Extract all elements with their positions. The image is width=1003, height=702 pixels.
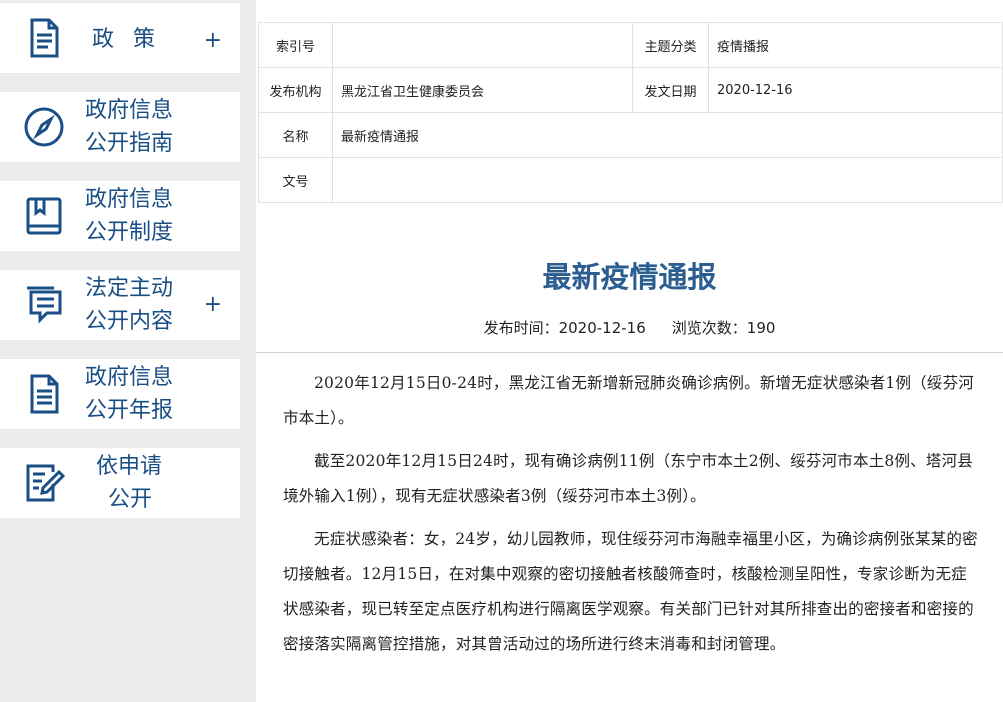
message-list-icon bbox=[22, 283, 66, 327]
sidebar-item-label-line1: 法定主动 bbox=[85, 276, 174, 301]
expand-plus-icon[interactable]: + bbox=[204, 30, 222, 52]
sidebar: 政 策 + 政府信息 公开指南 政府信息 公开制度 法定主动 公开内容 + 政府… bbox=[0, 0, 240, 702]
sidebar-item-label-line2: 公开制度 bbox=[85, 220, 174, 245]
article-title: 最新疫情通报 bbox=[542, 260, 717, 294]
document-info-table: 索引号 主题分类 疫情播报 发布机构 黑龙江省卫生健康委员会 发文日期 2020… bbox=[258, 22, 1003, 203]
main-content: 索引号 主题分类 疫情播报 发布机构 黑龙江省卫生健康委员会 发文日期 2020… bbox=[256, 0, 1003, 702]
date-label: 发文日期 bbox=[632, 67, 709, 113]
sidebar-item-label-line1: 依申请 bbox=[96, 454, 163, 479]
sidebar-item-label-line2: 公开年报 bbox=[85, 398, 174, 423]
publisher-label: 发布机构 bbox=[258, 67, 333, 113]
report-icon bbox=[22, 372, 66, 416]
docno-label: 文号 bbox=[258, 157, 333, 203]
publish-time-value: 2020-12-16 bbox=[558, 319, 646, 337]
sidebar-item-label-line2: 公开内容 bbox=[85, 309, 174, 334]
category-label: 主题分类 bbox=[632, 22, 709, 68]
table-row: 文号 bbox=[258, 157, 1003, 203]
category-value: 疫情播报 bbox=[708, 22, 1003, 68]
views-label: 浏览次数： bbox=[671, 319, 747, 337]
sidebar-item-application[interactable]: 依申请 公开 bbox=[0, 448, 240, 518]
sidebar-item-label: 政 策 bbox=[92, 27, 161, 52]
sidebar-item-label-line1: 政府信息 bbox=[85, 98, 174, 123]
table-row: 发布机构 黑龙江省卫生健康委员会 发文日期 2020-12-16 bbox=[258, 67, 1003, 113]
docno-value bbox=[332, 157, 1003, 203]
views-count: 190 bbox=[746, 319, 776, 337]
compass-icon bbox=[22, 105, 66, 149]
sidebar-item-policy[interactable]: 政 策 + bbox=[0, 3, 240, 73]
index-value bbox=[332, 22, 633, 68]
article-meta: 发布时间：2020-12-16 浏览次数：190 bbox=[256, 317, 1003, 338]
table-row: 名称 最新疫情通报 bbox=[258, 112, 1003, 158]
publisher-value: 黑龙江省卫生健康委员会 bbox=[332, 67, 633, 113]
edit-form-icon bbox=[22, 461, 66, 505]
date-value: 2020-12-16 bbox=[708, 67, 1003, 113]
index-label: 索引号 bbox=[258, 22, 333, 68]
article-body: 2020年12月15日0-24时，黑龙江省无新增新冠肺炎确诊病例。新增无症状感染… bbox=[283, 366, 978, 670]
article-paragraph: 截至2020年12月15日24时，现有确诊病例11例（东宁市本土2例、绥芬河市本… bbox=[283, 452, 973, 505]
name-label: 名称 bbox=[258, 112, 333, 158]
divider bbox=[256, 352, 1003, 353]
expand-plus-icon[interactable]: + bbox=[204, 294, 222, 316]
sidebar-item-label-line1: 政府信息 bbox=[85, 365, 174, 390]
sidebar-item-system[interactable]: 政府信息 公开制度 bbox=[0, 181, 240, 251]
book-icon bbox=[22, 194, 66, 238]
sidebar-item-guide[interactable]: 政府信息 公开指南 bbox=[0, 92, 240, 162]
sidebar-item-label-line2: 公开 bbox=[108, 487, 153, 512]
article-paragraph: 无症状感染者：女，24岁，幼儿园教师，现住绥芬河市海融幸福里小区，为确诊病例张某… bbox=[283, 530, 978, 653]
sidebar-item-label-line2: 公开指南 bbox=[85, 131, 174, 156]
publish-time-label: 发布时间： bbox=[483, 319, 559, 337]
article-paragraph: 2020年12月15日0-24时，黑龙江省无新增新冠肺炎确诊病例。新增无症状感染… bbox=[283, 374, 974, 427]
document-icon bbox=[22, 16, 66, 60]
sidebar-item-label-line1: 政府信息 bbox=[85, 187, 174, 212]
sidebar-item-annual-report[interactable]: 政府信息 公开年报 bbox=[0, 359, 240, 429]
table-row: 索引号 主题分类 疫情播报 bbox=[258, 22, 1003, 68]
sidebar-item-statutory[interactable]: 法定主动 公开内容 + bbox=[0, 270, 240, 340]
name-value: 最新疫情通报 bbox=[332, 112, 1003, 158]
